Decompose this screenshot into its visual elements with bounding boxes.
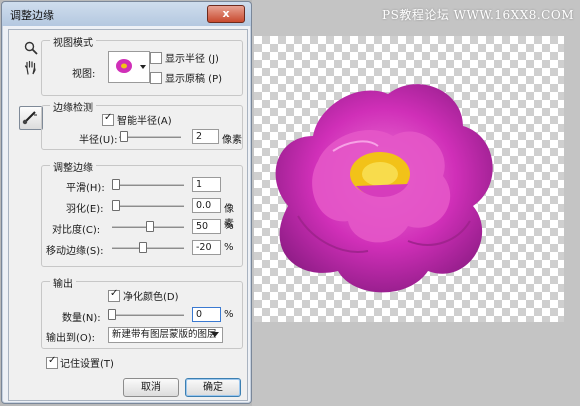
feather-slider-thumb[interactable] (112, 200, 120, 211)
feather-label: 羽化(E): (66, 204, 104, 215)
shift-edge-input[interactable]: -20 (192, 240, 221, 255)
smooth-slider-track[interactable] (112, 184, 184, 186)
contrast-unit: % (224, 221, 234, 232)
cancel-button[interactable]: 取消 (123, 378, 179, 397)
amount-label: 数量(N): (62, 313, 101, 324)
radius-slider-track[interactable] (119, 136, 181, 138)
amount-slider-thumb[interactable] (108, 309, 116, 320)
radius-unit: 像素 (222, 135, 242, 146)
radius-label: 半径(U): (79, 135, 118, 146)
view-thumbnail (111, 54, 137, 78)
feather-slider-track[interactable] (112, 205, 184, 207)
dialog-title-bar[interactable]: 调整边缘 x (2, 2, 251, 26)
shift-edge-slider-track[interactable] (112, 247, 184, 249)
close-icon: x (222, 7, 230, 20)
amount-input[interactable]: 0 (192, 307, 221, 322)
view-mode-legend: 视图模式 (50, 34, 96, 49)
remember-settings-checkbox[interactable] (46, 355, 58, 369)
contrast-label: 对比度(C): (52, 225, 101, 236)
output-to-value: 新建带有图层蒙版的图层 (112, 329, 217, 340)
contrast-input[interactable]: 50 (192, 219, 221, 234)
shift-edge-unit: % (224, 242, 234, 253)
adjust-edge-group: 调整边缘 平滑(H): 1 羽化(E): 0.0 像素 对比度(C): 50 %… (41, 159, 243, 267)
peony-flower-image (275, 84, 493, 293)
smart-radius-checkbox[interactable] (102, 112, 114, 126)
watermark: PS教程论坛 WWW.16XX8.COM (382, 8, 574, 22)
view-label: 视图: (72, 69, 96, 80)
chevron-down-icon (211, 332, 219, 337)
show-original-checkbox[interactable] (150, 72, 162, 84)
shift-edge-label: 移动边缘(S): (46, 246, 104, 257)
smooth-slider-thumb[interactable] (112, 179, 120, 190)
output-to-select[interactable]: 新建带有图层蒙版的图层 (108, 327, 223, 343)
show-radius-label[interactable]: 显示半径 (J) (165, 50, 219, 65)
chevron-down-icon (140, 65, 146, 69)
show-radius-checkbox[interactable] (150, 52, 162, 64)
view-mode-select[interactable] (108, 51, 150, 83)
edge-detection-group: 边缘检测 智能半径(A) 半径(U): 2 像素 (41, 99, 243, 150)
contrast-slider-thumb[interactable] (146, 221, 154, 232)
dialog-body: 视图模式 视图: 显示半径 (J) 显示原稿 (P) 边缘检测 智能半径(A) … (8, 29, 248, 401)
show-original-label[interactable]: 显示原稿 (P) (165, 70, 222, 85)
smooth-label: 平滑(H): (66, 183, 105, 194)
radius-slider-thumb[interactable] (120, 131, 128, 142)
radius-input[interactable]: 2 (192, 129, 219, 144)
amount-slider-track[interactable] (108, 314, 184, 316)
hand-icon[interactable] (21, 59, 41, 77)
output-group: 输出 净化颜色(D) 数量(N): 0 % 输出到(O): 新建带有图层蒙版的图… (41, 275, 243, 349)
amount-unit: % (224, 309, 234, 320)
output-legend: 输出 (50, 275, 76, 290)
smooth-input[interactable]: 1 (192, 177, 221, 192)
dialog-title: 调整边缘 (10, 9, 54, 22)
output-to-label: 输出到(O): (46, 333, 96, 344)
feather-input[interactable]: 0.0 (192, 198, 221, 213)
zoom-icon[interactable] (21, 40, 41, 58)
smart-radius-label[interactable]: 智能半径(A) (117, 112, 172, 127)
refine-radius-brush-icon[interactable] (19, 106, 43, 130)
adjust-edge-legend: 调整边缘 (50, 159, 96, 174)
remember-settings-label[interactable]: 记住设置(T) (60, 355, 114, 370)
ok-button[interactable]: 确定 (185, 378, 241, 397)
refine-edge-dialog: 调整边缘 x 视图模式 视图: 显示半径 (J) 显示原稿 (P) 边缘检测 ✓… (1, 1, 252, 404)
decontaminate-colors-label[interactable]: 净化颜色(D) (123, 288, 179, 303)
close-button[interactable]: x (207, 5, 245, 23)
decontaminate-colors-checkbox[interactable] (108, 288, 120, 302)
shift-edge-slider-thumb[interactable] (139, 242, 147, 253)
edge-detection-legend: 边缘检测 (50, 99, 96, 114)
